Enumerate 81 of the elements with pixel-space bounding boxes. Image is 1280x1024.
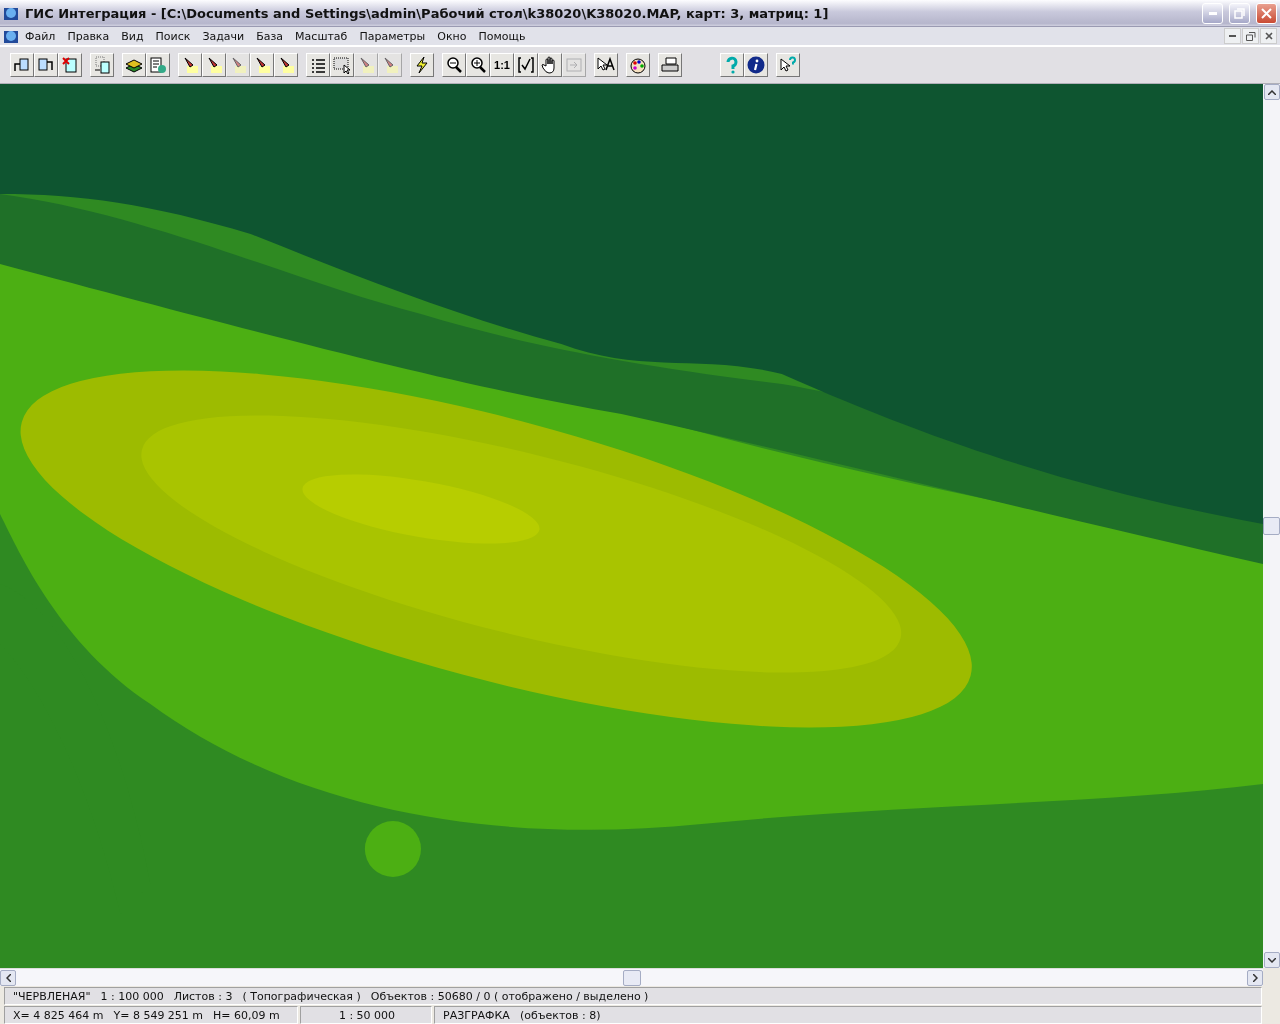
up-caret-icon	[1267, 89, 1276, 95]
toolbar-button[interactable]	[626, 53, 650, 77]
status-text: Y= 8 549 251 m	[113, 1008, 204, 1022]
restore-button[interactable]	[1242, 28, 1259, 44]
toolbar-button[interactable]	[744, 53, 768, 77]
toolbar-button[interactable]	[594, 53, 618, 77]
toolbar-button[interactable]	[658, 53, 682, 77]
selection-icon	[333, 56, 351, 74]
toolbar-button[interactable]	[34, 53, 58, 77]
menu-item[interactable]: Правка	[61, 29, 116, 43]
zoom-out-icon	[445, 56, 463, 74]
scroll-thumb[interactable]	[1263, 517, 1280, 535]
down-caret-icon	[1267, 957, 1276, 963]
minimize-icon	[1208, 11, 1217, 15]
status-text: "ЧЕРВЛЕНАЯ"	[13, 989, 91, 1003]
scroll-right-button[interactable]	[1247, 969, 1263, 986]
page-arrow-icon	[93, 56, 111, 74]
cursor-question-icon	[779, 56, 797, 74]
right-caret-icon	[1252, 973, 1258, 982]
window-title: ГИС Интеграция - [C:\Documents and Settings\admin\Рабочий стол\k38020\K38020.MAP, карт: 3, матриц: 1]	[25, 5, 830, 21]
horizontal-scrollbar[interactable]	[0, 968, 1263, 986]
list-icon	[309, 56, 327, 74]
toolbar-button[interactable]	[250, 53, 274, 77]
menu-item[interactable]: Масштаб	[289, 29, 354, 43]
toolbar-button[interactable]	[274, 53, 298, 77]
menu-item[interactable]: Окно	[431, 29, 473, 43]
status-text: Объектов : 50680 / 0 ( отображено / выделено )	[370, 989, 649, 1003]
menu-item[interactable]: Вид	[115, 29, 150, 43]
arrow-box-icon	[565, 56, 583, 74]
scroll-down-button[interactable]	[1263, 952, 1280, 968]
menu-item[interactable]: Помощь	[472, 29, 532, 43]
toolbar-button[interactable]	[122, 53, 146, 77]
status-text: ( Топографическая )	[242, 989, 361, 1003]
status-text: X= 4 825 464 m	[13, 1008, 104, 1022]
page-arrow-icon	[13, 56, 31, 74]
scroll-thumb[interactable]	[622, 969, 641, 986]
minimize-button[interactable]	[1224, 28, 1241, 44]
page-arrow-icon	[37, 56, 55, 74]
close-icon	[1264, 32, 1273, 40]
toolbar-button[interactable]	[776, 53, 800, 77]
page-cross-icon	[61, 56, 79, 74]
scroll-left-button[interactable]	[0, 969, 16, 986]
restore-icon	[1245, 31, 1256, 41]
menu-item[interactable]: Поиск	[149, 29, 197, 43]
toolbar-button[interactable]	[538, 53, 562, 77]
menu-item[interactable]: Задачи	[196, 29, 251, 43]
toolbar-button[interactable]	[330, 53, 354, 77]
status-text: 1 : 50 000	[338, 1008, 396, 1022]
toolbar-button[interactable]	[466, 53, 490, 77]
status-text: Листов : 3	[173, 989, 233, 1003]
checkmark-brackets-icon	[517, 56, 535, 74]
left-caret-icon	[5, 973, 11, 982]
close-button[interactable]	[1260, 28, 1277, 44]
status-text: H= 60,09 m	[213, 1008, 280, 1022]
toolbar-button[interactable]	[178, 53, 202, 77]
globe-book-icon	[3, 5, 19, 21]
toolbar-button[interactable]	[442, 53, 466, 77]
menu-item[interactable]: База	[250, 29, 290, 43]
status-text: РАЗГРАФКА	[443, 1008, 510, 1022]
info-icon	[747, 56, 765, 74]
zoom-in-icon	[469, 56, 487, 74]
document-icon	[149, 56, 167, 74]
scroll-up-button[interactable]	[1263, 84, 1280, 100]
status-text: 1 : 100 000	[100, 989, 164, 1003]
menu-item[interactable]: Файл	[19, 29, 62, 43]
toolbar-button[interactable]	[514, 53, 538, 77]
toolbar-button[interactable]	[306, 53, 330, 77]
toolbar-button[interactable]	[202, 53, 226, 77]
lightning-icon	[413, 56, 431, 74]
toolbar-button[interactable]: 1:1	[490, 53, 514, 77]
vertical-scrollbar[interactable]	[1263, 84, 1280, 968]
toolbar-button[interactable]	[410, 53, 434, 77]
restore-icon	[1234, 7, 1245, 19]
status-text: (объектов : 8)	[519, 1008, 601, 1022]
close-icon	[1261, 7, 1272, 19]
menu-item[interactable]: Параметры	[353, 29, 432, 43]
palette-icon	[629, 56, 647, 74]
printer-icon	[661, 56, 679, 74]
minimize-icon	[1229, 35, 1236, 37]
globe-book-icon	[3, 28, 19, 44]
toolbar-button[interactable]	[10, 53, 34, 77]
